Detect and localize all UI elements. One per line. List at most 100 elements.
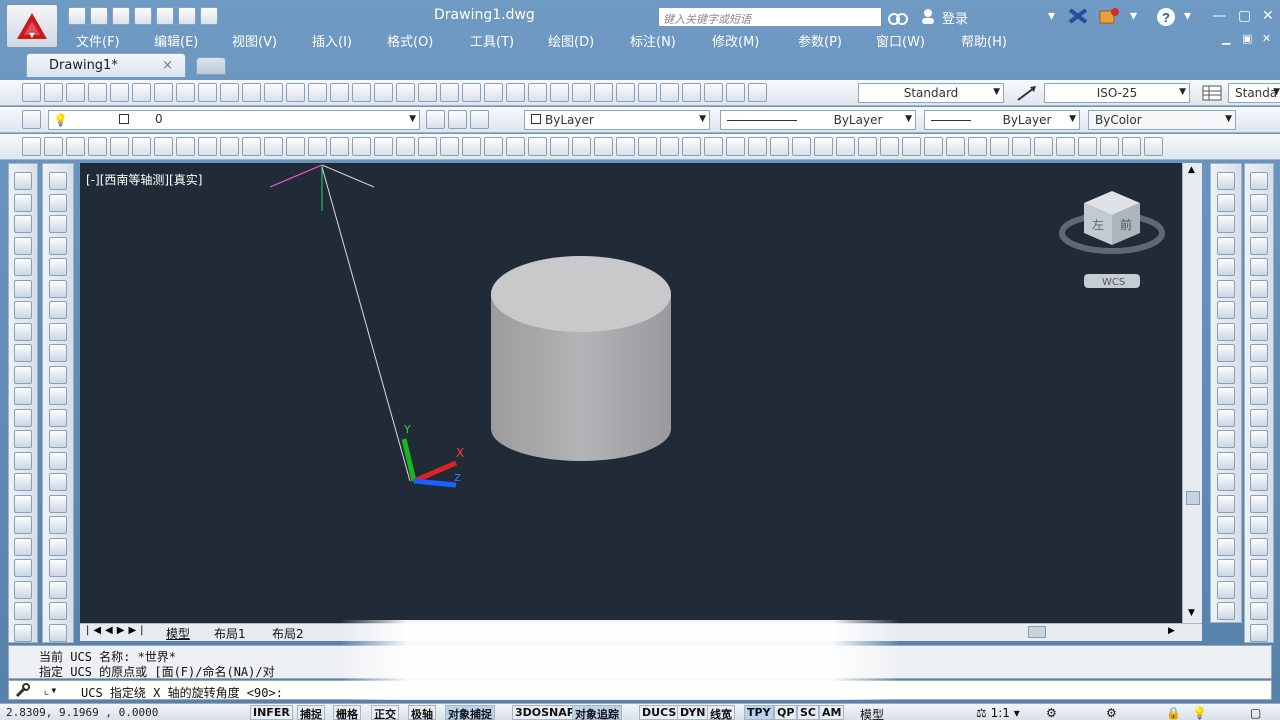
draw-tool-icon-21[interactable] xyxy=(14,623,32,642)
modify-tool-icon-2[interactable] xyxy=(49,215,67,233)
ucs-tool-icon-28[interactable] xyxy=(638,137,657,156)
ucs-tool-icon-25[interactable] xyxy=(572,137,591,156)
modeling-tool-icon-7[interactable] xyxy=(1217,322,1235,341)
ucs-tool-icon-7[interactable] xyxy=(176,137,195,156)
standard-tool-icon-21[interactable] xyxy=(484,83,503,102)
undo-icon[interactable] xyxy=(178,7,196,25)
text-style-select[interactable]: Standard xyxy=(858,83,1004,103)
ucs-tool-icon-30[interactable] xyxy=(682,137,701,156)
ucs-tool-icon-10[interactable] xyxy=(242,137,261,156)
standard-tool-icon-2[interactable] xyxy=(66,83,85,102)
wcs-menu[interactable]: WCS xyxy=(1102,277,1125,288)
menu-item-10[interactable]: 窗口(W) xyxy=(876,30,925,51)
ucs-tool-icon-19[interactable] xyxy=(440,137,459,156)
viewcube[interactable]: 左 前 WCS xyxy=(1059,191,1165,288)
status-toggle-对象捕捉[interactable]: 对象捕捉 xyxy=(445,705,495,720)
status-toggle-正交[interactable]: 正交 xyxy=(371,705,399,720)
annotation-scale[interactable]: ⚖ 1:1 ▾ xyxy=(976,706,1020,720)
modify-tool-icon-17[interactable] xyxy=(49,537,67,556)
dropdown-icon-3[interactable]: ▾ xyxy=(1184,8,1191,24)
modeling-tool-icon-5[interactable] xyxy=(1217,279,1235,298)
ucs-tool-icon-14[interactable] xyxy=(330,137,349,156)
standard-tool-icon-31[interactable] xyxy=(704,83,723,102)
standard-tool-icon-1[interactable] xyxy=(44,83,63,102)
dimension-tool-icon-16[interactable] xyxy=(1250,516,1268,534)
dropdown-icon[interactable]: ▾ xyxy=(1048,8,1055,24)
standard-tool-icon-11[interactable] xyxy=(264,83,283,102)
ucs-tool-icon-2[interactable] xyxy=(66,137,85,156)
standard-tool-icon-13[interactable] xyxy=(308,83,327,102)
draw-tool-icon-4[interactable] xyxy=(14,258,32,276)
menu-item-0[interactable]: 文件(F) xyxy=(76,30,120,51)
plotstyle-select[interactable]: ByColor xyxy=(1088,110,1236,130)
modeling-tool-icon-15[interactable] xyxy=(1217,494,1235,513)
tab-close-icon[interactable]: × xyxy=(162,58,173,73)
standard-tool-icon-22[interactable] xyxy=(506,83,525,102)
standard-tool-icon-26[interactable] xyxy=(594,83,613,102)
clean-screen-icon[interactable]: ▢ xyxy=(1250,706,1261,720)
ucs-tool-icon-13[interactable] xyxy=(308,137,327,156)
scroll-right-icon[interactable]: ▶ xyxy=(1168,626,1175,636)
ucs-tool-icon-9[interactable] xyxy=(220,137,239,156)
modeling-tool-icon-10[interactable] xyxy=(1217,387,1235,405)
status-toggle-线宽[interactable]: 线宽 xyxy=(707,705,735,720)
status-toggle-栅格[interactable]: 栅格 xyxy=(333,705,361,720)
modeling-tool-icon-1[interactable] xyxy=(1217,193,1235,212)
ucs-tool-icon-12[interactable] xyxy=(286,137,305,156)
standard-tool-icon-7[interactable] xyxy=(176,83,195,102)
ucs-tool-icon-34[interactable] xyxy=(770,137,789,156)
ucs-tool-icon-4[interactable] xyxy=(110,137,129,156)
ucs-tool-icon-15[interactable] xyxy=(352,137,371,156)
standard-tool-icon-28[interactable] xyxy=(638,83,657,102)
dimension-tool-icon-18[interactable] xyxy=(1250,559,1268,577)
standard-tool-icon-5[interactable] xyxy=(132,83,151,102)
modeling-tool-icon-8[interactable] xyxy=(1217,344,1235,362)
cylinder-solid[interactable] xyxy=(491,256,671,461)
ucs-tool-icon-35[interactable] xyxy=(792,137,811,156)
menu-item-3[interactable]: 插入(I) xyxy=(312,30,352,51)
menu-item-2[interactable]: 视图(V) xyxy=(232,30,277,51)
modify-tool-icon-16[interactable] xyxy=(49,516,67,534)
draw-tool-icon-15[interactable] xyxy=(14,494,32,513)
scroll-up-icon[interactable]: ▲ xyxy=(1188,165,1195,175)
ucs-tool-icon-31[interactable] xyxy=(704,137,723,156)
doc-minimize-button[interactable]: ▁ xyxy=(1222,32,1230,45)
ucs-tool-icon-22[interactable] xyxy=(506,137,525,156)
standard-tool-icon-4[interactable] xyxy=(110,83,129,102)
vertical-scrollbar[interactable]: ▲ ▼ xyxy=(1182,163,1202,623)
ucs-tool-icon-41[interactable] xyxy=(924,137,943,156)
modify-tool-icon-5[interactable] xyxy=(49,279,67,298)
layer-state-icon[interactable] xyxy=(470,110,489,129)
standard-tool-icon-33[interactable] xyxy=(748,83,767,102)
dimension-tool-icon-6[interactable] xyxy=(1250,301,1268,319)
tab-layout2[interactable]: 布局2 xyxy=(272,625,304,642)
status-toggle-ducs[interactable]: DUCS xyxy=(639,705,680,720)
dimension-tool-icon-12[interactable] xyxy=(1250,430,1268,448)
standard-tool-icon-27[interactable] xyxy=(616,83,635,102)
dimension-tool-icon-8[interactable] xyxy=(1250,344,1268,362)
status-toggle-qp[interactable]: QP xyxy=(774,705,798,720)
dim-style-select[interactable]: ISO-25 xyxy=(1044,83,1190,103)
workspace-icon[interactable]: ⚙ xyxy=(1106,706,1117,720)
draw-tool-icon-20[interactable] xyxy=(14,602,32,620)
tab-model[interactable]: 模型 xyxy=(166,625,190,642)
dimension-tool-icon-7[interactable] xyxy=(1250,322,1268,341)
ucs-tool-icon-42[interactable] xyxy=(946,137,965,156)
linetype-select[interactable]: ByLayer xyxy=(720,110,916,130)
draw-tool-icon-11[interactable] xyxy=(14,408,32,427)
modify-tool-icon-21[interactable] xyxy=(49,623,67,642)
dimension-tool-icon-0[interactable] xyxy=(1250,172,1268,190)
ucs-tool-icon-0[interactable] xyxy=(22,137,41,156)
modeling-tool-icon-2[interactable] xyxy=(1217,215,1235,233)
drawing-viewport[interactable]: [-][西南等轴测][真实] Y X Z 左 前 WCS xyxy=(80,163,1182,623)
new-tab-button[interactable] xyxy=(196,57,226,75)
modeling-tool-icon-20[interactable] xyxy=(1217,602,1235,620)
exchange-icon[interactable] xyxy=(1068,8,1088,24)
status-toggle-am[interactable]: AM xyxy=(819,705,845,720)
menu-item-11[interactable]: 帮助(H) xyxy=(961,30,1007,51)
isolate-objects-icon[interactable]: 💡 xyxy=(1192,706,1207,720)
draw-tool-icon-14[interactable] xyxy=(14,473,32,491)
dimension-tool-icon-5[interactable] xyxy=(1250,279,1268,298)
color-select[interactable]: ByLayer xyxy=(524,110,710,130)
login-button[interactable]: 登录 xyxy=(942,8,968,27)
